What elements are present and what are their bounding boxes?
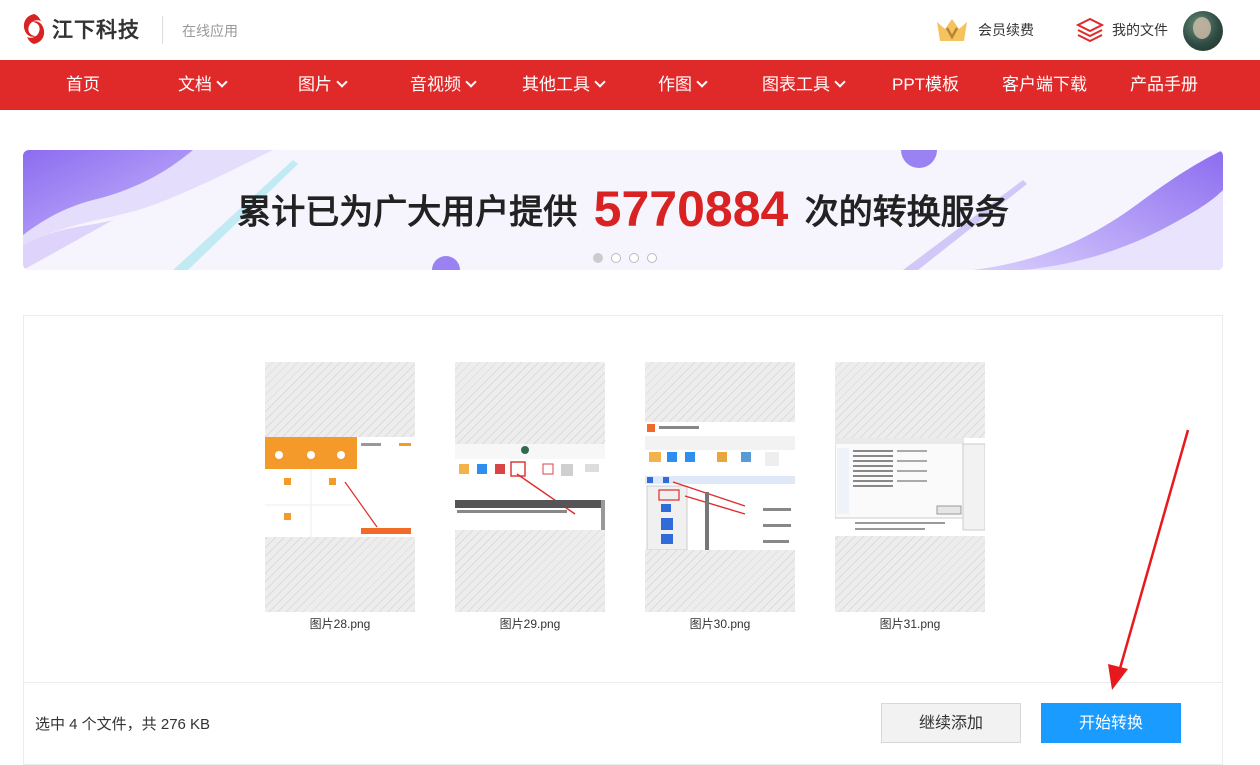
- carousel-dot[interactable]: [629, 253, 639, 263]
- nav-item-ppt-templates[interactable]: PPT模板: [892, 60, 959, 110]
- nav-item-other-tools[interactable]: 其他工具: [522, 60, 606, 110]
- online-apps-label: 在线应用: [182, 23, 238, 39]
- screenshot-preview: [835, 438, 985, 536]
- file-item[interactable]: 图片30.png: [645, 362, 795, 632]
- screenshot-preview: [645, 422, 795, 550]
- chevron-down-icon: [594, 76, 606, 88]
- member-renew-link[interactable]: 会员续费: [934, 16, 1034, 44]
- top-header: 江下科技 在线应用 会员续费 我的文件: [0, 0, 1260, 60]
- logo-text: 江下科技: [52, 19, 140, 42]
- file-thumbnail: [265, 362, 415, 612]
- main-nav: 首页 文档 图片 音视频 其他工具 作图 图表工具 PPT模板 客户端下载 产品…: [0, 60, 1260, 110]
- banner-prefix: 累计已为广大用户提供: [237, 193, 578, 232]
- my-files-label: 我的文件: [1112, 22, 1168, 38]
- file-name: 图片31.png: [879, 617, 941, 631]
- screenshot-preview: [265, 437, 415, 537]
- nav-item-documents[interactable]: 文档: [178, 60, 228, 110]
- chevron-down-icon: [216, 76, 228, 88]
- chevron-down-icon: [696, 76, 708, 88]
- user-avatar[interactable]: [1183, 11, 1223, 51]
- file-thumbnail: [645, 362, 795, 612]
- chevron-down-icon: [465, 76, 477, 88]
- stats-banner[interactable]: 累计已为广大用户提供 5770884 次的转换服务: [23, 150, 1223, 270]
- nav-item-home[interactable]: 首页: [66, 60, 100, 110]
- file-name: 图片28.png: [309, 617, 371, 631]
- nav-item-images[interactable]: 图片: [298, 60, 348, 110]
- chevron-down-icon: [336, 76, 348, 88]
- logo[interactable]: 江下科技: [20, 12, 140, 46]
- file-item[interactable]: 图片28.png: [265, 362, 415, 632]
- carousel-dots: [593, 253, 657, 263]
- banner-headline: 累计已为广大用户提供 5770884 次的转换服务: [23, 180, 1223, 238]
- file-list: 图片28.png 图片29.png 图片30.png 图片31.png: [24, 316, 1222, 682]
- screenshot-preview: [455, 444, 605, 530]
- nav-item-product-manual[interactable]: 产品手册: [1130, 60, 1198, 110]
- carousel-dot[interactable]: [593, 253, 603, 263]
- conversion-count: 5770884: [593, 181, 789, 237]
- file-item[interactable]: 图片31.png: [835, 362, 985, 632]
- action-bar: 选中 4 个文件，共 276 KB 继续添加 开始转换: [24, 682, 1222, 764]
- nav-item-drawing[interactable]: 作图: [658, 60, 708, 110]
- file-panel: 图片28.png 图片29.png 图片30.png 图片31.png 选中 4…: [23, 315, 1223, 765]
- nav-item-audio-video[interactable]: 音视频: [410, 60, 477, 110]
- crown-icon: [937, 19, 967, 41]
- file-name: 图片30.png: [689, 617, 751, 631]
- nav-item-client-download[interactable]: 客户端下载: [1002, 60, 1087, 110]
- file-thumbnail: [455, 362, 605, 612]
- carousel-dot[interactable]: [647, 253, 657, 263]
- carousel-dot[interactable]: [611, 253, 621, 263]
- file-name: 图片29.png: [499, 617, 561, 631]
- continue-add-button[interactable]: 继续添加: [881, 703, 1021, 743]
- start-convert-button[interactable]: 开始转换: [1041, 703, 1181, 743]
- file-thumbnail: [835, 362, 985, 612]
- selection-summary: 选中 4 个文件，共 276 KB: [35, 716, 211, 733]
- banner-suffix: 次的转换服务: [804, 193, 1009, 232]
- nav-item-chart-tools[interactable]: 图表工具: [762, 60, 846, 110]
- chevron-down-icon: [834, 76, 846, 88]
- layers-icon: [1076, 17, 1104, 43]
- my-files-link[interactable]: 我的文件: [1076, 16, 1168, 44]
- logo-divider: [162, 16, 163, 44]
- member-renew-label: 会员续费: [978, 22, 1034, 38]
- logo-icon: [23, 14, 45, 44]
- file-item[interactable]: 图片29.png: [455, 362, 605, 632]
